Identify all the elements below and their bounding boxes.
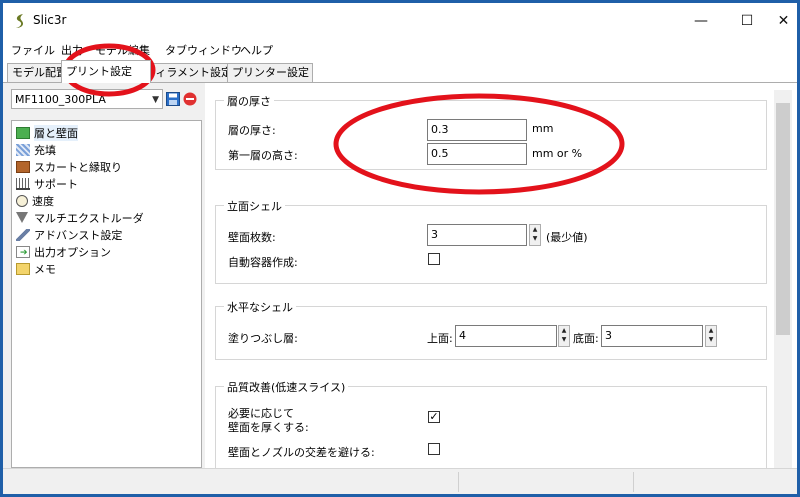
note-icon: [16, 262, 30, 275]
tree-item-advanced[interactable]: アドバンスト設定: [16, 226, 122, 243]
tree-item-label: アドバンスト設定: [34, 228, 123, 242]
solid-layers-label: 塗りつぶし層:: [228, 332, 298, 345]
delete-icon[interactable]: [183, 92, 197, 106]
menu-model-edit[interactable]: モデル編集: [95, 42, 150, 58]
status-divider: [458, 472, 459, 492]
tree-item-output-options[interactable]: ➔ 出力オプション: [16, 243, 111, 260]
tree-item-label: 速度: [32, 194, 54, 208]
tab-printer-settings[interactable]: プリンター設定: [227, 63, 313, 82]
avoid-crossing-label: 壁面とノズルの交差を避ける:: [228, 446, 375, 459]
perimeters-input[interactable]: 3: [427, 224, 527, 246]
tree-item-label: メモ: [34, 262, 56, 276]
bottom-layers-input[interactable]: 3: [601, 325, 703, 347]
first-layer-height-input[interactable]: 0.5: [427, 143, 527, 165]
tree-item-label: スカートと縁取り: [34, 160, 122, 174]
minimize-button[interactable]: —: [678, 5, 724, 37]
tree-item-skirt[interactable]: スカートと縁取り: [16, 158, 122, 175]
layer-height-label: 層の厚さ:: [228, 124, 276, 137]
settings-panel: 層の厚さ 層の厚さ: 0.3 mm 第一層の高さ: 0.5 mm or % 立面…: [205, 83, 797, 483]
top-layers-label: 上面:: [427, 332, 453, 345]
tree-item-label: サポート: [34, 177, 78, 191]
layers-icon: [16, 126, 30, 139]
status-bar: [3, 468, 797, 494]
perimeters-note: (最少値): [546, 231, 588, 244]
clock-icon: [16, 194, 28, 207]
tree-item-notes[interactable]: メモ: [16, 260, 56, 277]
perimeters-stepper[interactable]: ▲ ▼: [529, 224, 541, 246]
output-icon: ➔: [16, 245, 30, 258]
first-layer-height-label: 第一層の高さ:: [228, 149, 298, 162]
group-vertical-shells: 立面シェル 壁面枚数: 3 ▲ ▼ (最少値) 自動容器作成:: [215, 198, 767, 284]
tree-item-label: マルチエクストルーダ: [34, 211, 144, 225]
preset-dropdown[interactable]: MF1100_300PLA ▼: [11, 89, 163, 109]
menu-tab-window[interactable]: タブウィンドウ: [165, 42, 242, 58]
perimeters-label: 壁面枚数:: [228, 231, 276, 244]
support-icon: [16, 177, 30, 190]
tab-filament-settings[interactable]: フィラメント設定: [141, 63, 237, 82]
menu-help[interactable]: ヘルプ: [240, 42, 273, 58]
chevron-down-icon: ▼: [152, 95, 159, 105]
group-title: 品質改善(低速スライス): [224, 379, 349, 395]
close-button[interactable]: ✕: [770, 5, 797, 37]
menu-bar: ファイル 出力 モデル編集 タブウィンドウ ヘルプ: [3, 39, 797, 59]
tree-item-multi-extruder[interactable]: マルチエクストルーダ: [16, 209, 144, 226]
tab-strip: モデル配置 プリント設定 フィラメント設定 プリンター設定: [3, 60, 797, 83]
group-layer-height: 層の厚さ 層の厚さ: 0.3 mm 第一層の高さ: 0.5 mm or %: [215, 93, 767, 170]
infill-icon: [16, 143, 30, 156]
first-layer-height-unit: mm or %: [532, 147, 583, 160]
app-window: Slic3r — ☐ ✕ ファイル 出力 モデル編集 タブウィンドウ ヘルプ モ…: [3, 3, 797, 494]
bottom-layers-label: 底面:: [573, 332, 599, 345]
slic3r-logo-icon: [16, 14, 24, 28]
tab-print-settings[interactable]: プリント設定: [61, 60, 151, 83]
spiral-vase-label: 自動容器作成:: [228, 256, 298, 269]
spiral-vase-checkbox[interactable]: [428, 253, 440, 265]
top-layers-stepper[interactable]: ▲ ▼: [558, 325, 570, 347]
top-layers-input[interactable]: 4: [455, 325, 557, 347]
settings-tree: 層と壁面 充填 スカートと縁取り サポート 速度 マルチエクストルーダ アドバン…: [11, 120, 202, 468]
funnel-icon: [16, 212, 28, 223]
title-bar: Slic3r — ☐ ✕: [3, 3, 797, 39]
status-divider: [633, 472, 634, 492]
wrench-icon: [16, 228, 30, 241]
group-title: 立面シェル: [224, 198, 285, 214]
group-title: 層の厚さ: [224, 93, 274, 109]
tree-item-infill[interactable]: 充填: [16, 141, 56, 158]
menu-output[interactable]: 出力: [61, 42, 83, 58]
tree-item-support[interactable]: サポート: [16, 175, 78, 192]
group-horizontal-shells: 水平なシェル 塗りつぶし層: 上面: 4 ▲ ▼ 底面: 3 ▲ ▼: [215, 299, 767, 360]
left-panel: MF1100_300PLA ▼ 層と壁面 充填 スカートと縁取り サポート 速度…: [3, 83, 205, 468]
group-title: 水平なシェル: [224, 299, 296, 315]
window-title: Slic3r: [33, 13, 67, 27]
tree-item-label: 層と壁面: [34, 124, 78, 141]
tree-item-layers[interactable]: 層と壁面: [16, 124, 78, 141]
maximize-button[interactable]: ☐: [724, 5, 770, 37]
menu-file[interactable]: ファイル: [11, 42, 55, 58]
extra-perimeters-label-line2: 壁面を厚くする:: [228, 421, 309, 434]
tree-item-label: 出力オプション: [34, 245, 111, 259]
skirt-icon: [16, 160, 30, 173]
avoid-crossing-checkbox[interactable]: [428, 443, 440, 455]
scrollbar-thumb[interactable]: [776, 103, 790, 335]
layer-height-input[interactable]: 0.3: [427, 119, 527, 141]
preset-value: MF1100_300PLA: [15, 93, 106, 106]
layer-height-unit: mm: [532, 122, 554, 135]
bottom-layers-stepper[interactable]: ▲ ▼: [705, 325, 717, 347]
extra-perimeters-checkbox[interactable]: ✓: [428, 411, 440, 423]
tree-item-speed[interactable]: 速度: [16, 192, 54, 209]
save-icon[interactable]: [166, 92, 180, 106]
tree-item-label: 充填: [34, 143, 56, 157]
